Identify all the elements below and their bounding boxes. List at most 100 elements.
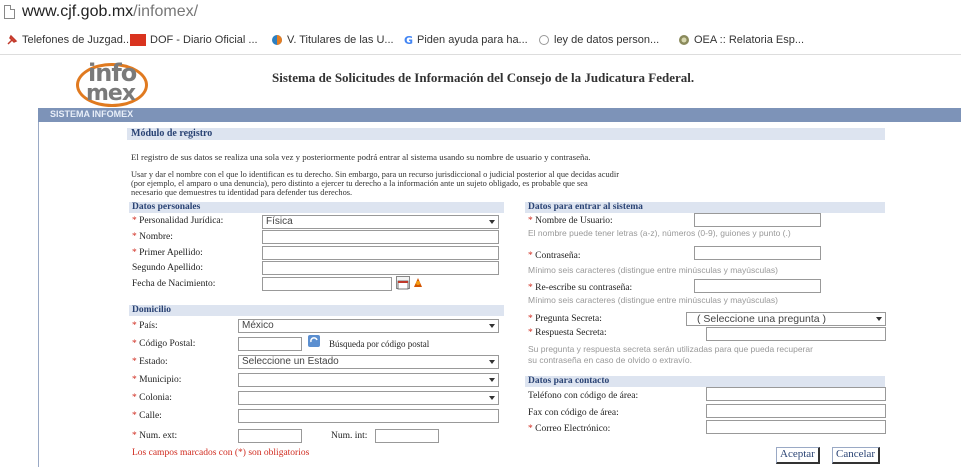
nombre-label: * Nombre:: [132, 232, 173, 242]
usuario-hint: El nombre puede tener letras (a-z), núme…: [528, 228, 791, 238]
bookmark-titulares[interactable]: V. Titulares de las U...: [271, 34, 394, 46]
section-title: Módulo de registro: [131, 128, 213, 139]
password-label: * Contraseña:: [528, 251, 581, 261]
bookmark-dof[interactable]: DOF - Diario Oficial ...: [130, 34, 258, 46]
bookmark-label: DOF - Diario Oficial ...: [150, 34, 258, 46]
site-header: info mex Sistema de Solicitudes de Infor…: [38, 55, 961, 107]
seal-icon: [678, 34, 690, 46]
municipio-label: * Municipio:: [132, 375, 182, 385]
fecha-nacimiento-input[interactable]: [262, 277, 392, 291]
fax-input[interactable]: [706, 404, 886, 418]
required-note: Los campos marcados con (*) son obligato…: [132, 448, 310, 458]
primer-apellido-input[interactable]: [262, 246, 499, 260]
address-bar[interactable]: www.cjf.gob.mx/infomex/: [0, 0, 961, 28]
colonia-select[interactable]: [238, 391, 499, 405]
segundo-apellido-input[interactable]: [262, 261, 499, 275]
telefono-input[interactable]: [706, 387, 886, 401]
bookmark-label: OEA :: Relatoria Esp...: [694, 34, 805, 46]
pin-icon: [6, 34, 18, 46]
personalidad-label: * Personalidad Jurídica:: [132, 216, 224, 226]
password-hint: Mínimo seis caracteres (distingue entre …: [528, 265, 778, 275]
bookmark-ley-datos[interactable]: ley de datos person...: [538, 34, 659, 46]
nombre-input[interactable]: [262, 230, 499, 244]
pais-label: * País:: [132, 321, 158, 331]
personalidad-select[interactable]: Física: [262, 215, 499, 229]
chevron-down-icon: [489, 220, 495, 224]
busqueda-codigo-postal-link[interactable]: Búsqueda por código postal: [329, 339, 429, 349]
num-int-label: Num. int:: [331, 431, 368, 441]
respuesta-secreta-input[interactable]: [706, 327, 886, 341]
bookmark-label: V. Titulares de las U...: [287, 34, 394, 46]
codigo-postal-label: * Código Postal:: [132, 339, 196, 349]
pais-select[interactable]: México: [238, 319, 499, 333]
codigo-postal-input[interactable]: [238, 337, 302, 351]
primer-apellido-label: * Primer Apellido:: [132, 248, 203, 258]
domicilio-title: Domicilio: [132, 305, 172, 315]
intro-text-line: Usar y dar el nombre con el que lo ident…: [131, 170, 619, 179]
bookmark-piden-ayuda[interactable]: G Piden ayuda para ha...: [404, 34, 528, 47]
globe-icon: [271, 34, 283, 46]
app-title-bar: SISTEMA INFOMEX: [38, 108, 961, 122]
contact-data-title: Datos para contacto: [528, 376, 610, 386]
calle-label: * Calle:: [132, 411, 162, 421]
num-ext-input[interactable]: [238, 429, 302, 443]
url-text[interactable]: www.cjf.gob.mx/infomex/: [22, 3, 198, 21]
circle-icon: [538, 34, 550, 46]
url-host: www.cjf.gob.mx: [22, 3, 134, 20]
estado-label: * Estado:: [132, 357, 168, 367]
dof-icon: [130, 34, 146, 46]
estado-select[interactable]: Seleccione un Estado: [238, 355, 499, 369]
google-icon: G: [404, 34, 414, 47]
bookmark-oea[interactable]: OEA :: Relatoria Esp...: [678, 34, 804, 46]
bookmark-label: Piden ayuda para ha...: [417, 34, 528, 46]
chevron-down-icon: [489, 324, 495, 328]
calle-input[interactable]: [238, 409, 499, 423]
section-bar: [127, 128, 885, 140]
pregunta-secreta-label: * Pregunta Secreta:: [528, 314, 602, 324]
calendar-icon[interactable]: [396, 276, 410, 290]
registration-frame: Módulo de registro El registro de sus da…: [38, 122, 961, 467]
clear-date-icon[interactable]: [412, 276, 424, 289]
app-title: SISTEMA INFOMEX: [50, 109, 134, 119]
repassword-hint: Mínimo seis caracteres (distingue entre …: [528, 295, 778, 305]
cancel-button[interactable]: Cancelar: [832, 447, 881, 464]
url-path: /infomex/: [133, 3, 199, 20]
intro-text: El registro de sus datos se realiza una …: [131, 152, 591, 162]
chevron-down-icon: [489, 378, 495, 382]
usuario-label: * Nombre de Usuario:: [528, 216, 613, 226]
chevron-down-icon: [489, 360, 495, 364]
personal-data-title: Datos personales: [132, 202, 201, 212]
search-postal-icon[interactable]: [307, 334, 321, 348]
num-ext-label: * Num. ext:: [132, 431, 178, 441]
pregunta-secreta-select[interactable]: ( Seleccione una pregunta ): [686, 312, 886, 326]
secret-hint: su contraseña en caso de olvido o extrav…: [528, 355, 692, 365]
site-title: Sistema de Solicitudes de Información de…: [272, 70, 695, 85]
section-bar: [129, 305, 504, 316]
correo-input[interactable]: [706, 420, 886, 434]
accept-button[interactable]: Aceptar: [776, 447, 820, 464]
intro-text-line: necesario que demuestres tu identidad pa…: [131, 188, 353, 197]
page-icon: [4, 5, 15, 19]
access-data-title: Datos para entrar al sistema: [528, 202, 643, 212]
respuesta-secreta-label: * Respuesta Secreta:: [528, 328, 607, 338]
num-int-input[interactable]: [375, 429, 439, 443]
usuario-input[interactable]: [694, 213, 821, 227]
intro-text-line: (por ejemplo, el amparo o una denuncia),…: [131, 179, 588, 188]
chevron-down-icon: [489, 396, 495, 400]
fecha-nacimiento-label: Fecha de Nacimiento:: [132, 279, 216, 289]
colonia-label: * Colonia:: [132, 393, 172, 403]
bookmark-label: Telefones de Juzgad...: [22, 34, 133, 46]
chevron-down-icon: [876, 317, 882, 321]
bookmark-label: ley de datos person...: [554, 34, 660, 46]
fax-label: Fax con código de área:: [528, 408, 619, 418]
municipio-select[interactable]: [238, 373, 499, 387]
bookmarks-bar: Telefones de Juzgad... DOF - Diario Ofic…: [0, 28, 961, 55]
secret-hint: Su pregunta y respuesta secreta serán ut…: [528, 344, 813, 354]
infomex-logo: info mex: [72, 57, 152, 107]
repassword-label: * Re-escribe su contraseña:: [528, 283, 633, 293]
repassword-input[interactable]: [694, 279, 821, 293]
bookmark-telefonos[interactable]: Telefones de Juzgad...: [6, 34, 132, 46]
password-input[interactable]: [694, 246, 821, 260]
telefono-label: Teléfono con código de área:: [528, 391, 639, 401]
segundo-apellido-label: Segundo Apellido:: [132, 263, 203, 273]
